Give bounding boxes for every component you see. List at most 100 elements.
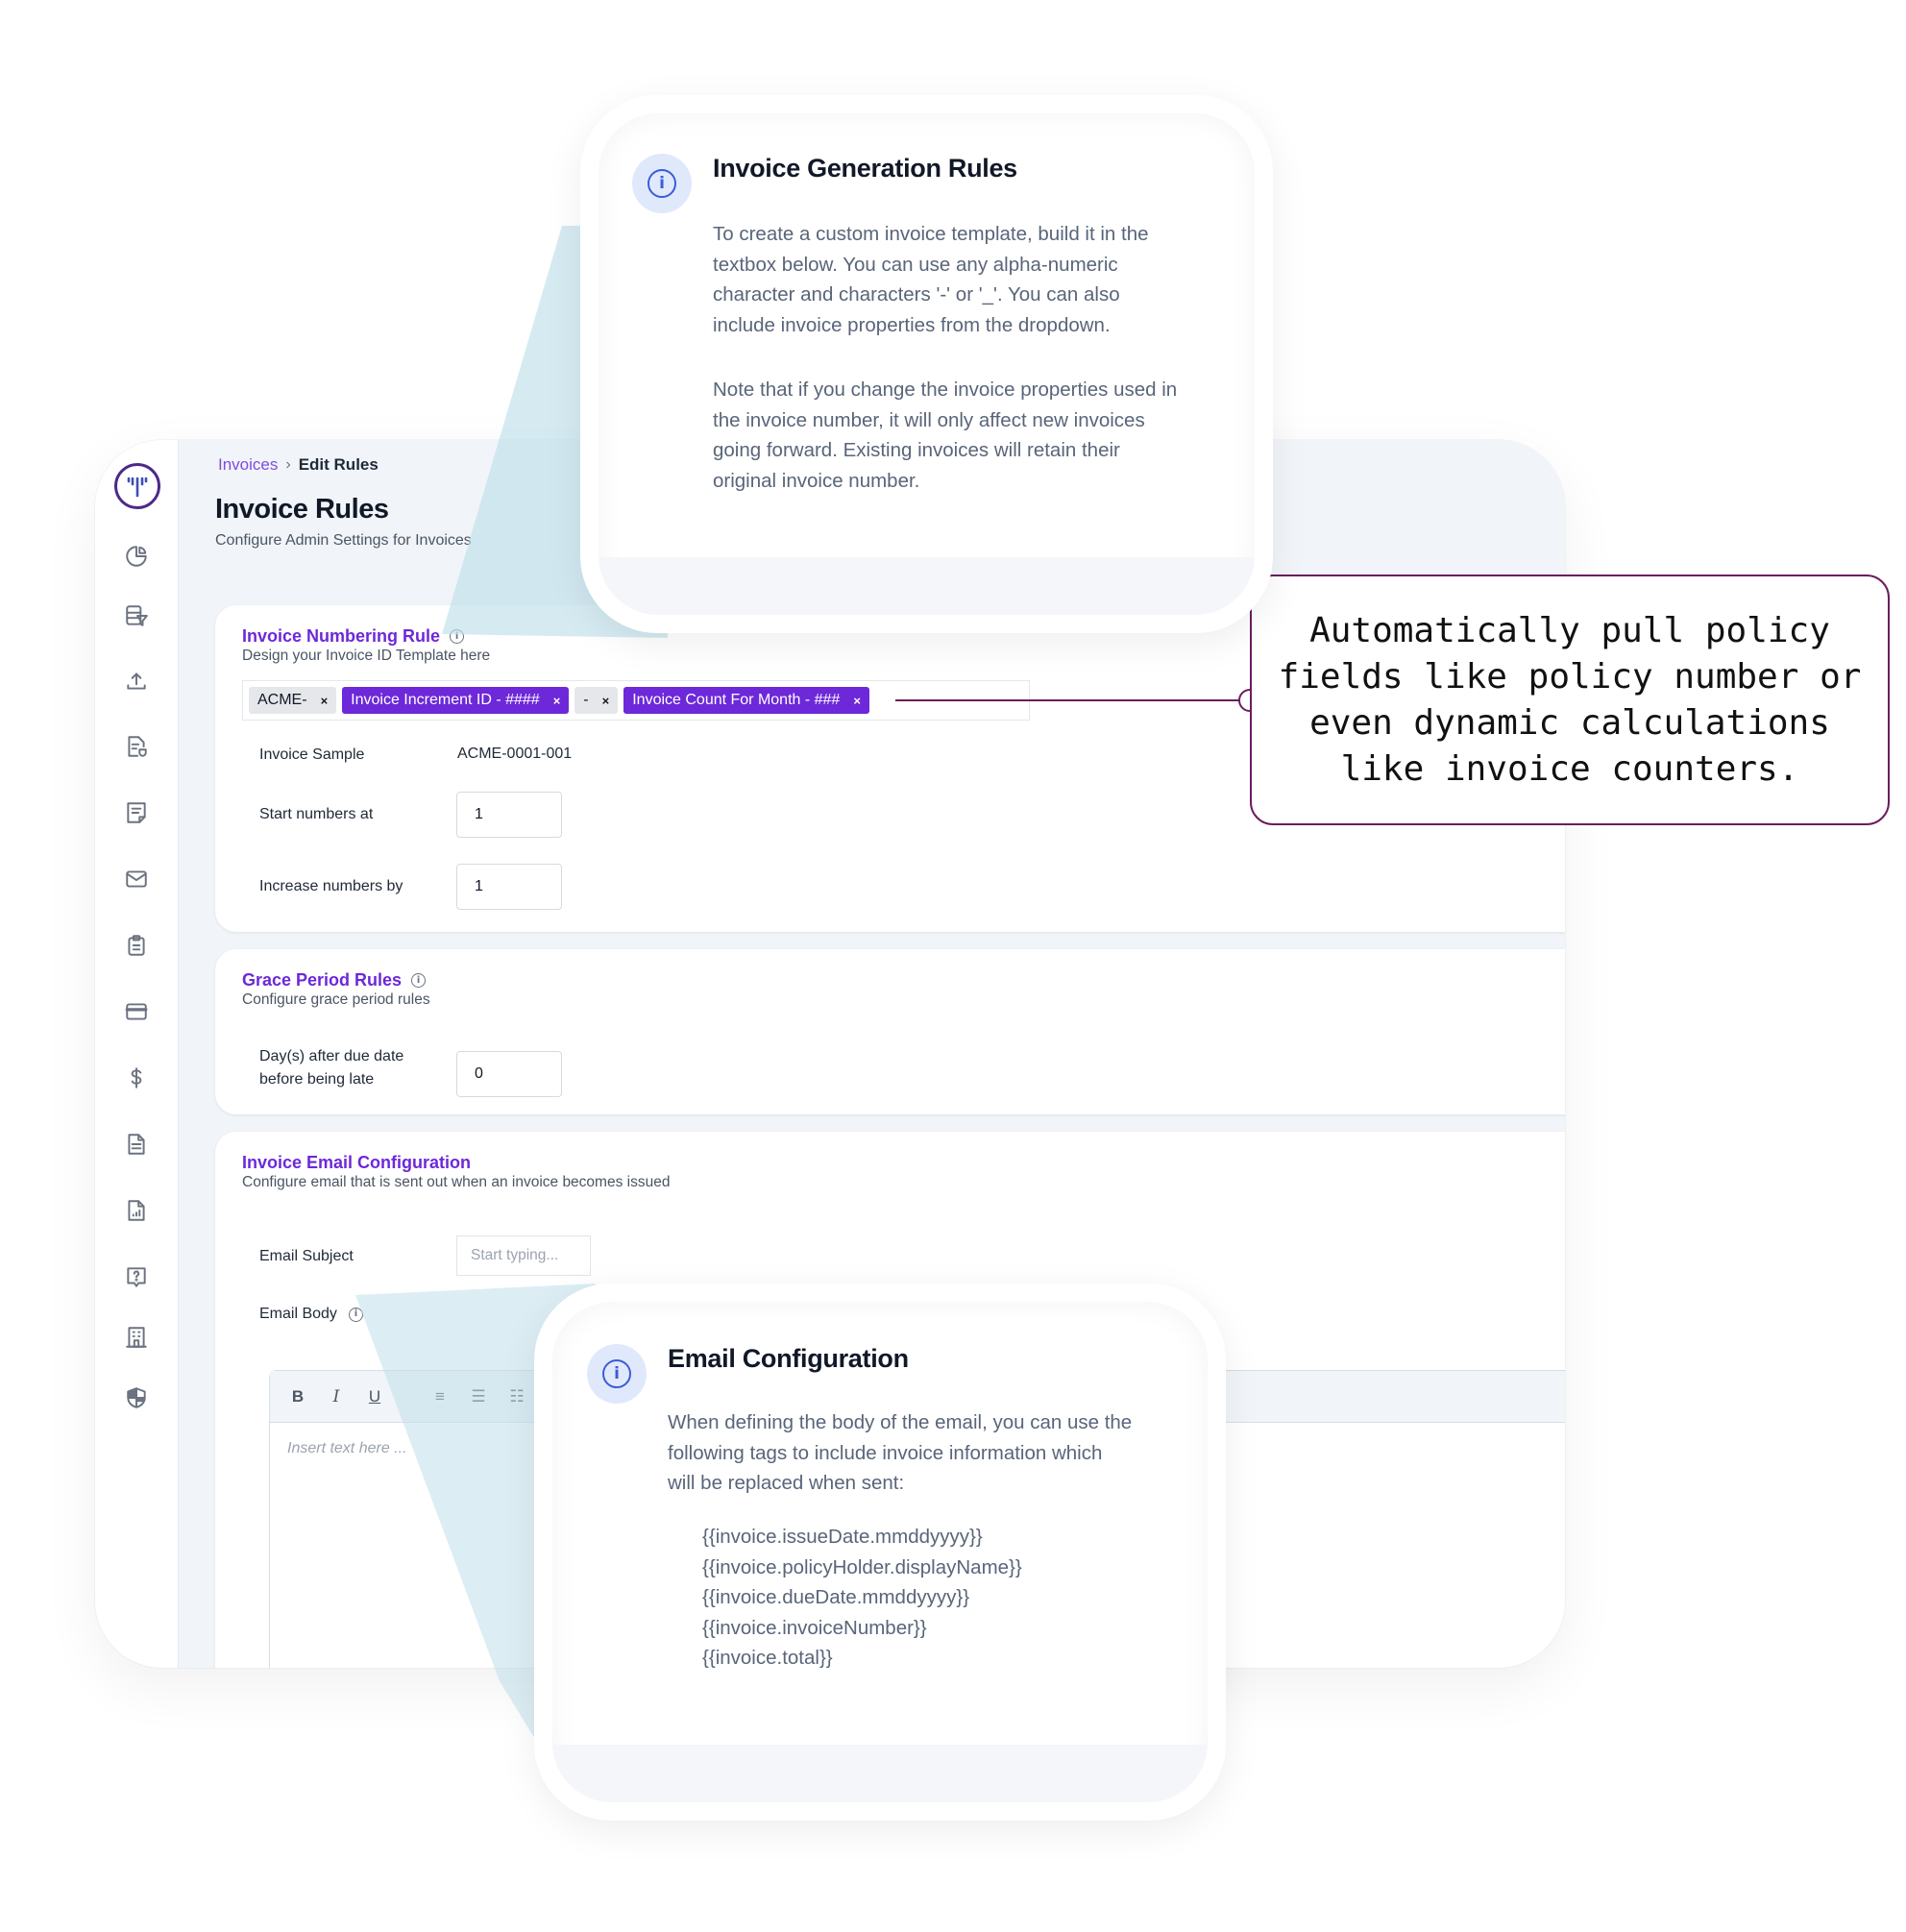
popup-text-line: When defining the body of the email, you… bbox=[668, 1411, 1133, 1433]
popup-text-line: textbox below. You can use any alpha-num… bbox=[713, 253, 1118, 276]
grace-period-subtitle: Configure grace period rules bbox=[242, 991, 430, 1008]
company-logo[interactable] bbox=[114, 463, 160, 509]
info-icon: i bbox=[632, 154, 692, 213]
grace-days-input[interactable]: 0 bbox=[456, 1051, 562, 1097]
italic-button[interactable]: I bbox=[326, 1387, 347, 1406]
document-check-icon[interactable] bbox=[122, 732, 151, 761]
popup-body: i Invoice Generation Rules To create a c… bbox=[599, 113, 1255, 615]
page-subtitle: Configure Admin Settings for Invoices bbox=[215, 532, 472, 549]
popup-text-line: include invoice properties from the drop… bbox=[713, 313, 1111, 336]
feature-callout: Automatically pull policy fields like po… bbox=[1250, 575, 1890, 825]
email-body-label: Email Body i bbox=[259, 1303, 363, 1326]
start-numbers-input[interactable]: 1 bbox=[456, 792, 562, 838]
popup-text-line: will be replaced when sent: bbox=[668, 1472, 905, 1494]
chevron-right-icon: › bbox=[285, 456, 291, 473]
numbering-rule-title: Invoice Numbering Rule i bbox=[242, 626, 465, 647]
grace-period-title-text: Grace Period Rules bbox=[242, 970, 403, 990]
increase-numbers-label: Increase numbers by bbox=[259, 878, 403, 894]
grace-period-card: Grace Period Rules i Configure grace per… bbox=[215, 949, 1565, 1114]
increase-numbers-input[interactable]: 1 bbox=[456, 864, 562, 910]
template-chip[interactable]: ACME- × bbox=[249, 687, 337, 714]
help-icon[interactable] bbox=[122, 1262, 151, 1291]
email-tag: {{invoice.issueDate.mmddyyyy}} bbox=[702, 1526, 983, 1548]
credit-card-icon[interactable] bbox=[122, 997, 151, 1026]
popup-text-line: To create a custom invoice template, bui… bbox=[713, 223, 1149, 245]
chip-label: ACME- bbox=[257, 692, 307, 708]
breadcrumb-invoices-link[interactable]: Invoices bbox=[218, 455, 278, 475]
page-title: Invoice Rules bbox=[215, 494, 389, 525]
template-chip-property[interactable]: Invoice Count For Month - ### × bbox=[623, 687, 869, 714]
info-icon[interactable]: i bbox=[450, 629, 465, 644]
invoice-generation-popup: i Invoice Generation Rules To create a c… bbox=[580, 95, 1273, 633]
info-icon: i bbox=[587, 1344, 647, 1404]
underline-button[interactable]: U bbox=[364, 1387, 385, 1406]
shield-icon[interactable] bbox=[122, 1383, 151, 1412]
invoice-sample-value: ACME-0001-001 bbox=[457, 746, 573, 762]
bold-button[interactable]: B bbox=[287, 1387, 308, 1406]
remove-chip-icon[interactable]: × bbox=[321, 694, 329, 708]
popup-footer bbox=[552, 1745, 1208, 1802]
info-icon[interactable]: i bbox=[348, 1307, 363, 1322]
remove-chip-icon[interactable]: × bbox=[553, 694, 561, 708]
chip-label: Invoice Count For Month - ### bbox=[632, 692, 841, 708]
database-filter-icon[interactable] bbox=[122, 601, 151, 630]
grace-period-title: Grace Period Rules i bbox=[242, 970, 427, 990]
remove-chip-icon[interactable]: × bbox=[602, 694, 610, 708]
building-icon[interactable] bbox=[122, 1323, 151, 1352]
report-icon[interactable] bbox=[122, 1196, 151, 1225]
popup-text-line: going forward. Existing invoices will re… bbox=[713, 439, 1120, 461]
email-subject-label: Email Subject bbox=[259, 1248, 354, 1264]
mail-icon[interactable] bbox=[122, 865, 151, 893]
numbering-rule-subtitle: Design your Invoice ID Template here bbox=[242, 648, 491, 664]
chip-label: - bbox=[583, 692, 589, 708]
callout-line: fields like policy number or bbox=[1278, 656, 1862, 697]
popup-title: Invoice Generation Rules bbox=[713, 154, 1017, 183]
invoice-sample-label: Invoice Sample bbox=[259, 746, 365, 763]
callout-line: even dynamic calculations bbox=[1309, 702, 1830, 743]
days-after-due-label-line: Day(s) after due date bbox=[259, 1048, 404, 1064]
logo-icon bbox=[127, 477, 148, 498]
popup-paragraph: When defining the body of the email, you… bbox=[668, 1407, 1132, 1499]
document-note-icon[interactable] bbox=[122, 798, 151, 827]
remove-chip-icon[interactable]: × bbox=[853, 694, 861, 708]
align-button[interactable]: ≡ bbox=[429, 1387, 451, 1406]
chip-label: Invoice Increment ID - #### bbox=[351, 692, 540, 708]
days-after-due-label: Day(s) after due date before being late bbox=[259, 1045, 403, 1091]
bullet-list-button[interactable]: ☷ bbox=[506, 1387, 527, 1406]
template-chip-property[interactable]: Invoice Increment ID - #### × bbox=[342, 687, 570, 714]
clipboard-icon[interactable] bbox=[122, 931, 151, 960]
callout-line: like invoice counters. bbox=[1340, 748, 1799, 789]
email-subject-input[interactable]: Start typing... bbox=[456, 1235, 591, 1276]
ordered-list-button[interactable]: ☰ bbox=[468, 1387, 489, 1406]
popup-text-line: Note that if you change the invoice prop… bbox=[713, 379, 1178, 401]
popup-footer bbox=[599, 557, 1255, 615]
upload-icon[interactable] bbox=[122, 667, 151, 696]
email-tag-list: {{invoice.issueDate.mmddyyyy}} {{invoice… bbox=[702, 1522, 1022, 1674]
breadcrumb-current: Edit Rules bbox=[298, 455, 379, 474]
popup-paragraph: To create a custom invoice template, bui… bbox=[713, 219, 1149, 340]
info-icon[interactable]: i bbox=[411, 973, 427, 988]
popup-text-line: following tags to include invoice inform… bbox=[668, 1441, 1103, 1464]
email-configuration-popup: i Email Configuration When defining the … bbox=[534, 1284, 1226, 1821]
pie-chart-icon[interactable] bbox=[122, 542, 151, 571]
days-after-due-label-line: before being late bbox=[259, 1071, 375, 1088]
template-chip[interactable]: - × bbox=[574, 687, 619, 714]
breadcrumb: Invoices › Edit Rules bbox=[218, 455, 379, 475]
numbering-rule-title-text: Invoice Numbering Rule bbox=[242, 626, 441, 646]
popup-title: Email Configuration bbox=[668, 1344, 909, 1373]
popup-text-line: original invoice number. bbox=[713, 469, 920, 492]
start-numbers-label: Start numbers at bbox=[259, 806, 374, 822]
popup-body: i Email Configuration When defining the … bbox=[552, 1302, 1208, 1802]
popup-text-line: the invoice number, it will only affect … bbox=[713, 408, 1145, 431]
callout-connector-line bbox=[895, 699, 1251, 701]
sidebar bbox=[95, 440, 179, 1668]
email-tag: {{invoice.total}} bbox=[702, 1647, 833, 1669]
popup-paragraph: Note that if you change the invoice prop… bbox=[713, 375, 1177, 496]
email-tag: {{invoice.invoiceNumber}} bbox=[702, 1616, 927, 1639]
document-icon[interactable] bbox=[122, 1130, 151, 1159]
email-body-label-text: Email Body bbox=[259, 1306, 337, 1322]
dollar-icon[interactable] bbox=[122, 1064, 151, 1092]
email-config-subtitle: Configure email that is sent out when an… bbox=[242, 1174, 671, 1190]
email-tag: {{invoice.policyHolder.displayName}} bbox=[702, 1555, 1022, 1578]
email-config-title: Invoice Email Configuration bbox=[242, 1153, 472, 1172]
